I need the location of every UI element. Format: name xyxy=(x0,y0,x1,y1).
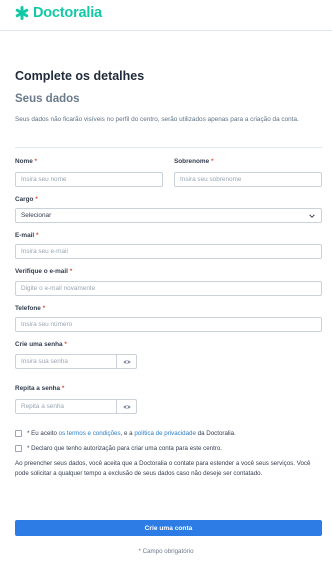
email-input[interactable] xyxy=(15,244,322,259)
terms-checkbox[interactable] xyxy=(15,430,22,437)
form-title: Complete os detalhes xyxy=(15,69,145,83)
nome-label: Nome * xyxy=(15,158,38,165)
section-description: Seus dados não ficarão visíveis no perfi… xyxy=(15,116,299,123)
nome-input[interactable] xyxy=(15,172,163,187)
required-footnote: * Campo obrigatório xyxy=(138,548,194,555)
email-label: E-mail * xyxy=(15,232,39,239)
email-verify-input[interactable] xyxy=(15,281,322,296)
eye-icon xyxy=(122,404,131,409)
authorization-text: * Declaro que tenho autorização para cri… xyxy=(27,445,223,452)
divider xyxy=(15,147,322,148)
senha-input[interactable] xyxy=(15,354,117,369)
cargo-select[interactable]: Selecionar xyxy=(15,208,322,223)
brand-name: Doctoralia xyxy=(33,5,102,21)
top-header: Doctoralia xyxy=(0,0,332,31)
senha-label: Crie uma senha * xyxy=(15,341,67,348)
senha-repeat-label: Repita a senha * xyxy=(15,385,65,392)
doctoralia-logo-icon xyxy=(15,6,29,20)
signup-form: Complete os detalhes Seus dados Seus dad… xyxy=(0,31,332,562)
email-verify-label: Verifique o e-mail * xyxy=(15,268,73,275)
authorization-checkbox[interactable] xyxy=(15,445,22,452)
cargo-selected-value: Selecionar xyxy=(21,212,52,219)
show-password-button[interactable] xyxy=(117,354,137,369)
chevron-down-icon xyxy=(309,213,315,218)
eye-icon xyxy=(122,359,131,364)
sobrenome-input[interactable] xyxy=(174,172,322,187)
create-account-button[interactable]: Crie uma conta xyxy=(15,520,322,536)
consent-text: Ao preencher seus dados, você aceita que… xyxy=(15,460,311,477)
doctoralia-logo[interactable]: Doctoralia xyxy=(14,5,102,21)
section-title: Seus dados xyxy=(15,93,80,105)
page-content: Complete os detalhes Seus dados Seus dad… xyxy=(0,31,332,562)
privacy-link[interactable]: política de privacidade xyxy=(134,430,196,437)
senha-repeat-input[interactable] xyxy=(15,399,117,414)
telefone-input[interactable] xyxy=(15,317,322,332)
terms-text: * Eu aceito os termos e condições, e a p… xyxy=(27,430,236,437)
telefone-label: Telefone * xyxy=(15,305,46,312)
sobrenome-label: Sobrenome * xyxy=(174,158,214,165)
show-repeat-password-button[interactable] xyxy=(117,399,137,414)
terms-link[interactable]: os termos e condições xyxy=(59,430,121,437)
cargo-label: Cargo * xyxy=(15,196,38,203)
